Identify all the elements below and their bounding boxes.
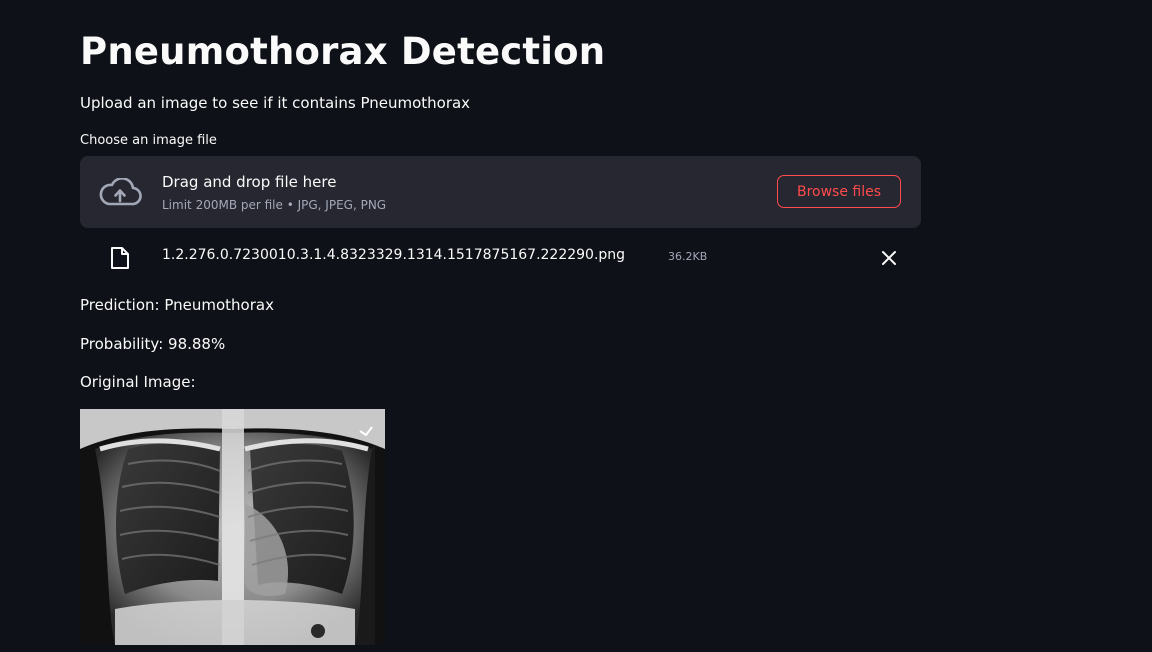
- uploaded-file-row: 1.2.276.0.7230010.3.1.4.8323329.1314.151…: [80, 240, 921, 274]
- dropzone-instructions: Drag and drop file here: [162, 173, 337, 191]
- original-image-heading: Original Image:: [80, 373, 196, 391]
- file-dropzone[interactable]: Drag and drop file here Limit 200MB per …: [80, 156, 921, 228]
- probability-text: Probability: 98.88%: [80, 335, 226, 353]
- page-subtitle: Upload an image to see if it contains Pn…: [80, 94, 471, 112]
- uploader-label: Choose an image file: [80, 133, 217, 148]
- uploaded-file-size: 36.2KB: [668, 250, 708, 263]
- cloud-upload-icon: [99, 178, 142, 206]
- close-icon[interactable]: [880, 249, 898, 267]
- prediction-text: Prediction: Pneumothorax: [80, 296, 274, 314]
- file-icon: [111, 247, 129, 269]
- browse-files-button[interactable]: Browse files: [777, 175, 901, 208]
- app-page: Pneumothorax Detection Upload an image t…: [0, 0, 1152, 652]
- page-title: Pneumothorax Detection: [80, 30, 606, 73]
- original-xray-image: [80, 409, 385, 645]
- uploaded-file-name: 1.2.276.0.7230010.3.1.4.8323329.1314.151…: [162, 247, 626, 263]
- dropzone-limit-text: Limit 200MB per file • JPG, JPEG, PNG: [162, 198, 387, 212]
